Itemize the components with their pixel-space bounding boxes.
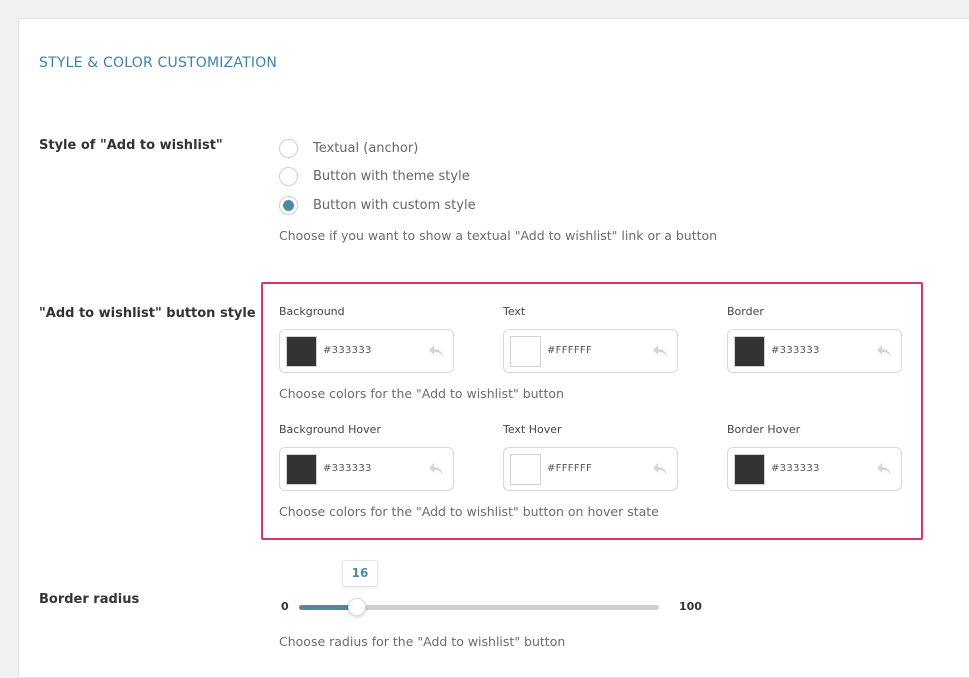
wishlist-style-label: Style of "Add to wishlist"	[39, 138, 223, 153]
color-hex-value: #333333	[323, 345, 372, 356]
button-style-label: "Add to wishlist" button style	[39, 306, 256, 321]
slider-min-label: 0	[281, 600, 289, 613]
radio-button[interactable]	[279, 166, 298, 186]
undo-arrow-icon[interactable]	[652, 344, 668, 358]
border-radius-slider[interactable]	[299, 598, 659, 616]
color-swatch[interactable]	[734, 336, 765, 367]
color-label-border: Border	[727, 305, 764, 318]
radio-button[interactable]	[279, 138, 298, 158]
colors-description: Choose colors for the "Add to wishlist" …	[279, 386, 564, 401]
color-swatch[interactable]	[286, 336, 317, 367]
color-picker-text[interactable]: #FFFFFF	[503, 329, 678, 373]
color-swatch[interactable]	[734, 454, 765, 485]
color-hex-value: #333333	[771, 463, 820, 474]
color-picker-border[interactable]: #333333	[727, 329, 902, 373]
wishlist-style-description: Choose if you want to show a textual "Ad…	[279, 228, 718, 243]
color-hex-value: #FFFFFF	[547, 345, 592, 356]
color-label-text-hover: Text Hover	[503, 423, 562, 436]
undo-arrow-icon[interactable]	[428, 344, 444, 358]
hover-colors-description: Choose colors for the "Add to wishlist" …	[279, 504, 659, 519]
undo-arrow-icon[interactable]	[876, 344, 892, 358]
slider-max-label: 100	[679, 600, 702, 613]
color-picker-background-hover[interactable]: #333333	[279, 447, 454, 491]
color-label-text: Text	[503, 305, 526, 318]
color-swatch[interactable]	[286, 454, 317, 485]
color-swatch[interactable]	[510, 336, 541, 367]
slider-handle[interactable]	[348, 598, 366, 616]
button-style-highlight	[261, 282, 923, 540]
undo-arrow-icon[interactable]	[876, 462, 892, 476]
color-label-background: Background	[279, 305, 345, 318]
color-label-border-hover: Border Hover	[727, 423, 801, 436]
radio-button-checked[interactable]	[279, 195, 298, 215]
radio-option-textual[interactable]: Textual (anchor)	[279, 137, 418, 159]
color-picker-background[interactable]: #333333	[279, 329, 454, 373]
section-title: STYLE & COLOR CUSTOMIZATION	[39, 55, 278, 71]
radio-option-theme-button[interactable]: Button with theme style	[279, 165, 470, 187]
color-hex-value: #333333	[771, 345, 820, 356]
radio-label: Button with custom style	[313, 197, 476, 213]
color-label-background-hover: Background Hover	[279, 423, 381, 436]
undo-arrow-icon[interactable]	[652, 462, 668, 476]
radio-label: Textual (anchor)	[313, 140, 419, 156]
radio-option-custom-button[interactable]: Button with custom style	[279, 194, 476, 216]
undo-arrow-icon[interactable]	[428, 462, 444, 476]
border-radius-label: Border radius	[39, 592, 140, 607]
radio-label: Button with theme style	[313, 168, 470, 184]
color-picker-border-hover[interactable]: #333333	[727, 447, 902, 491]
color-hex-value: #FFFFFF	[547, 463, 592, 474]
border-radius-description: Choose radius for the "Add to wishlist" …	[279, 634, 566, 649]
color-hex-value: #333333	[323, 463, 372, 474]
color-picker-text-hover[interactable]: #FFFFFF	[503, 447, 678, 491]
color-swatch[interactable]	[510, 454, 541, 485]
slider-value-tooltip: 16	[342, 560, 378, 587]
